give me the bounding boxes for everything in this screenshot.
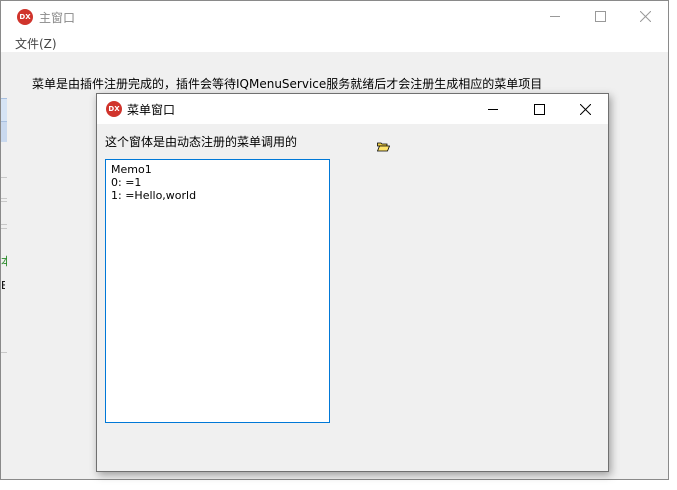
child-title-bar[interactable]: 菜单窗口 bbox=[97, 94, 608, 124]
hidden-row bbox=[1, 228, 7, 243]
main-menu-bar: 文件(Z) bbox=[1, 32, 668, 52]
child-caption-label: 这个窗体是由动态注册的菜单调用的 bbox=[105, 135, 298, 149]
main-title-bar[interactable]: 主窗口 bbox=[1, 1, 668, 32]
hidden-row bbox=[1, 201, 7, 225]
memo-line: Memo1 bbox=[111, 163, 152, 176]
memo-textarea[interactable]: Memo1 0: =1 1: =Hello,world bbox=[105, 159, 330, 423]
hidden-text-fragment: E bbox=[1, 279, 5, 292]
hidden-row bbox=[1, 177, 7, 199]
main-info-label: 菜单是由插件注册完成的，插件会等待IQMenuService服务就绪后才会注册生… bbox=[32, 77, 543, 91]
minimize-icon bbox=[550, 16, 560, 17]
hidden-panel-header bbox=[1, 98, 7, 122]
close-icon bbox=[580, 104, 591, 115]
child-maximize-button[interactable] bbox=[517, 94, 562, 124]
folder-open-icon bbox=[377, 142, 390, 152]
divider bbox=[1, 352, 7, 353]
hidden-text-fragment: 本 bbox=[1, 255, 7, 268]
memo-line: 1: =Hello,world bbox=[111, 189, 197, 202]
app-icon bbox=[106, 101, 122, 117]
maximize-icon bbox=[595, 11, 606, 22]
main-minimize-button[interactable] bbox=[533, 1, 578, 31]
minimize-icon bbox=[488, 109, 498, 110]
child-close-button[interactable] bbox=[563, 94, 608, 124]
child-window: 菜单窗口 这个窗体是由动态注册的菜单调用的 Memo1 0: =1 1: =He… bbox=[96, 93, 609, 472]
hidden-panel-band bbox=[1, 122, 7, 142]
app-icon bbox=[17, 9, 33, 25]
main-window-title: 主窗口 bbox=[39, 11, 76, 25]
menu-item-file[interactable]: 文件(Z) bbox=[15, 35, 57, 52]
main-maximize-button[interactable] bbox=[578, 1, 623, 31]
maximize-icon bbox=[534, 104, 545, 115]
child-window-title: 菜单窗口 bbox=[127, 103, 176, 117]
memo-line: 0: =1 bbox=[111, 176, 142, 189]
main-close-button[interactable] bbox=[623, 1, 668, 31]
child-minimize-button[interactable] bbox=[471, 94, 516, 124]
close-icon bbox=[640, 11, 651, 22]
